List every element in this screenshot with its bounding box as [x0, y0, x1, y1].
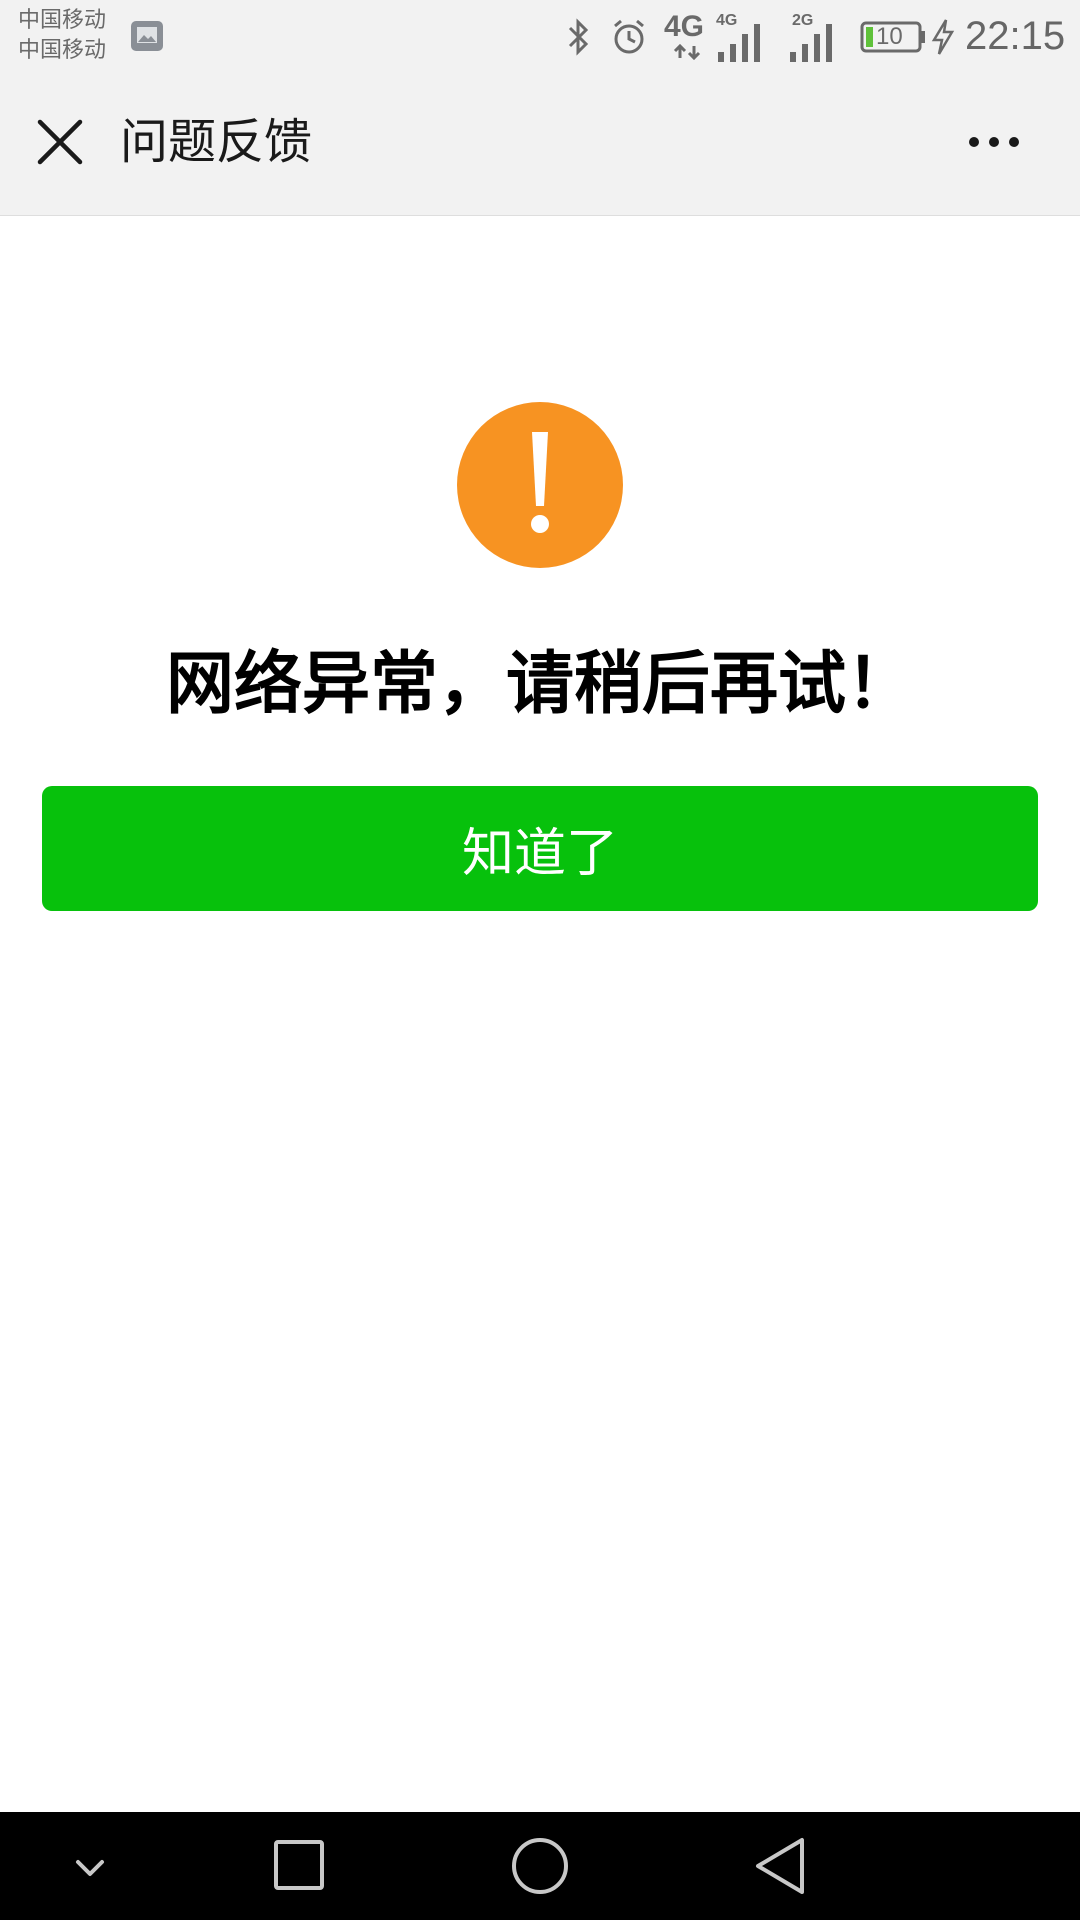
nav-home-button[interactable]: [505, 1812, 575, 1920]
data-arrows-icon: [673, 44, 701, 60]
signal-sim2: 2G: [788, 10, 838, 62]
status-time: 22:15: [965, 14, 1066, 58]
nav-back-button[interactable]: [750, 1812, 810, 1920]
signal-bars-icon: [718, 24, 760, 62]
recents-square-icon: [274, 1840, 324, 1890]
page-title: 问题反馈: [120, 114, 313, 170]
battery-indicator: 10: [860, 20, 930, 54]
back-triangle-icon: [756, 1838, 804, 1894]
battery-level: 10: [876, 23, 903, 50]
status-bar: 中国移动 中国移动 4G 4G 2G 10 22:15: [0, 0, 1080, 72]
home-circle-icon: [512, 1838, 568, 1894]
chevron-down-icon: [76, 1860, 104, 1876]
title-bar: 问题反馈: [0, 72, 1080, 216]
charging-bolt-icon: [931, 19, 955, 55]
warning-icon: [457, 402, 623, 568]
system-navigation-bar: [0, 1812, 1080, 1920]
nav-recents-button[interactable]: [270, 1812, 330, 1920]
signal-bars-icon-2: [790, 24, 832, 62]
carrier-2: 中国移动: [18, 38, 107, 63]
error-message: 网络异常，请稍后再试！: [165, 645, 914, 724]
bluetooth-icon: [568, 18, 589, 56]
close-icon: [37, 119, 83, 165]
signal-sim1: 4G: [716, 10, 766, 62]
confirm-button[interactable]: 知道了: [42, 786, 1038, 911]
nav-hide-button[interactable]: [60, 1812, 120, 1920]
close-button[interactable]: [30, 112, 90, 172]
network-label-1: 4G: [664, 10, 705, 43]
carrier-1: 中国移动: [18, 8, 107, 33]
more-icon: [969, 137, 1019, 147]
carrier-labels: 中国移动 中国移动: [18, 6, 106, 66]
alarm-icon: [614, 19, 644, 54]
more-button[interactable]: [960, 112, 1030, 172]
gallery-notification-icon: [131, 21, 163, 51]
network-type-4g-data: 4G: [664, 10, 710, 62]
